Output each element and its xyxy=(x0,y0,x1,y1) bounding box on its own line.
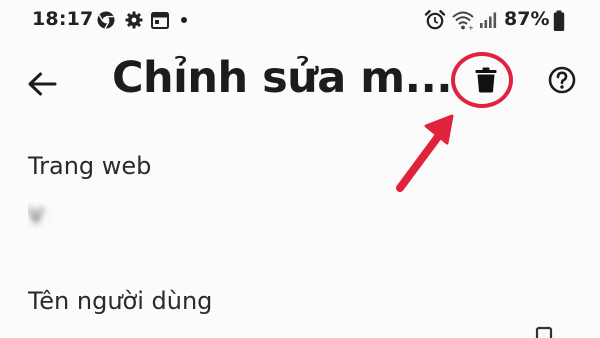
arrow-back-icon xyxy=(28,72,57,96)
blur-redaction xyxy=(50,196,174,240)
page-title: Chỉnh sửa m... xyxy=(112,53,453,103)
screen: 18:17 + 87% Chỉnh sửa m... Trang web v n… xyxy=(0,0,600,338)
wifi-icon: + xyxy=(452,11,474,31)
app-bar: Chỉnh sửa m... xyxy=(0,42,600,126)
calendar-icon xyxy=(151,12,169,29)
alarm-icon xyxy=(424,10,446,30)
trash-icon xyxy=(475,67,497,93)
help-button[interactable] xyxy=(540,58,584,102)
back-button[interactable] xyxy=(20,62,64,106)
signal-icon xyxy=(480,12,497,28)
delete-button[interactable] xyxy=(462,56,510,104)
gear-icon xyxy=(125,11,143,29)
status-time: 18:17 xyxy=(32,8,94,30)
battery-percent: 87% xyxy=(504,8,550,30)
website-label: Trang web xyxy=(28,152,152,180)
chrome-icon xyxy=(97,11,115,29)
help-circle-icon xyxy=(548,66,576,94)
copy-icon[interactable] xyxy=(534,326,554,338)
status-bar: 18:17 + 87% xyxy=(0,0,600,42)
username-label: Tên người dùng xyxy=(28,287,213,315)
battery-icon xyxy=(553,10,565,31)
svg-text:+: + xyxy=(468,24,474,31)
dot-icon xyxy=(181,17,187,23)
